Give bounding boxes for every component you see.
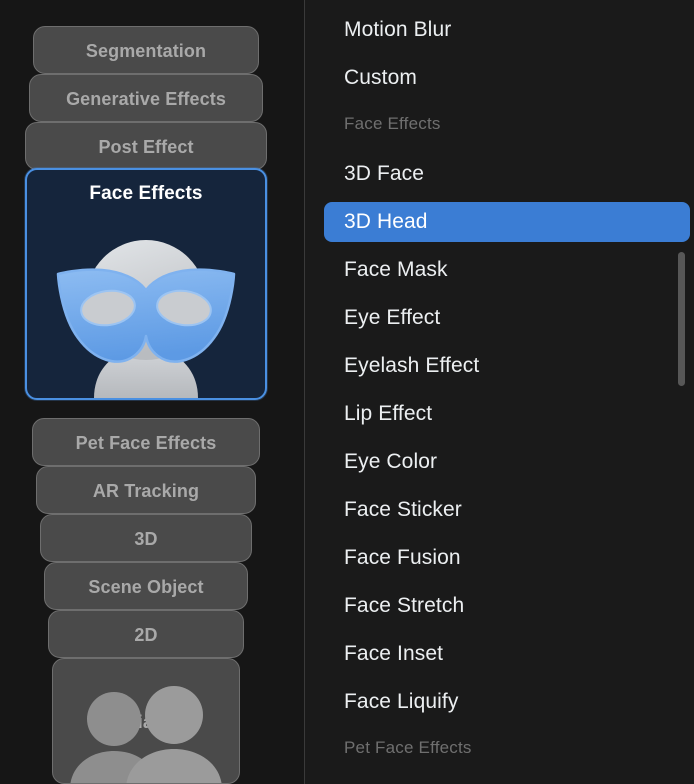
sidebar-card-2d[interactable]: 2D (48, 610, 244, 658)
list-item-label: Motion Blur (344, 18, 452, 41)
list-item-label: Eye Effect (344, 306, 441, 329)
list-item-face-fusion[interactable]: Face Fusion (324, 538, 690, 578)
two-people-icon-wrap (53, 673, 239, 783)
list-item-label: 3D Face (344, 162, 425, 185)
list-item-face-inset[interactable]: Face Inset (324, 634, 690, 674)
sidebar-card-pet-face-effects[interactable]: Pet Face Effects (32, 418, 260, 466)
list-item-label: Eyelash Effect (344, 354, 480, 377)
list-item-eye-color[interactable]: Eye Color (324, 442, 690, 482)
list-item-label: Face Sticker (344, 498, 462, 521)
list-item-custom[interactable]: Custom (324, 58, 690, 98)
list-item-face-liquify[interactable]: Face Liquify (324, 682, 690, 722)
list-item-label: Face Liquify (344, 690, 459, 713)
list-item-eye-effect[interactable]: Eye Effect (324, 298, 690, 338)
category-sidebar: Segmentation Generative Effects Post Effec… (0, 0, 304, 784)
two-people-icon (70, 686, 222, 783)
masquerade-mask-avatar-icon-wrap (27, 218, 265, 398)
list-item-label: Lip Effect (344, 402, 433, 425)
list-item-3d-head[interactable]: 3D Head (324, 202, 690, 242)
sidebar-card-label: Segmentation (85, 41, 207, 61)
sidebar-card-label: Pet Face Effects (75, 433, 217, 453)
list-item-label: 3D Head (344, 210, 428, 233)
sidebar-card-label: Scene Object (88, 577, 204, 597)
sidebar-card-3d[interactable]: 3D (40, 514, 252, 562)
sidebar-card-generative-effects[interactable]: Generative Effects (29, 74, 263, 122)
sidebar-card-label: AR Tracking (92, 481, 200, 501)
list-item-eyelash-effect[interactable]: Eyelash Effect (324, 346, 690, 386)
list-item-label: Face Fusion (344, 546, 461, 569)
list-item-3d-face[interactable]: 3D Face (324, 154, 690, 194)
effect-browser: Segmentation Generative Effects Post Effec… (0, 0, 694, 784)
sidebar-card-social-kit[interactable]: Social Kit (52, 658, 240, 784)
list-item-face-stretch[interactable]: Face Stretch (324, 586, 690, 626)
sidebar-card-label: 3D (134, 529, 158, 549)
list-item-label: Custom (344, 66, 417, 89)
effect-list-panel[interactable]: Motion Blur Custom Face Effects 3D Face 3D H… (305, 0, 694, 784)
sidebar-card-face-effects[interactable]: Face Effects (25, 168, 267, 400)
list-item-label: Face Stretch (344, 594, 465, 617)
sidebar-card-label: Generative Effects (66, 89, 226, 109)
sidebar-card-label: Post Effect (98, 137, 194, 157)
sidebar-card-segmentation[interactable]: Segmentation (33, 26, 259, 74)
masquerade-mask-avatar-icon (56, 240, 236, 398)
list-item-motion-blur[interactable]: Motion Blur (324, 10, 690, 50)
list-item-lip-effect[interactable]: Lip Effect (324, 394, 690, 434)
sidebar-card-post-effect[interactable]: Post Effect (25, 122, 267, 170)
list-item-label: Face Inset (344, 642, 444, 665)
list-group-header-pet-face-effects: Pet Face Effects (344, 736, 472, 760)
list-item-label: Eye Color (344, 450, 438, 473)
list-item-face-sticker[interactable]: Face Sticker (324, 490, 690, 530)
sidebar-card-scene-object[interactable]: Scene Object (44, 562, 248, 610)
sidebar-card-ar-tracking[interactable]: AR Tracking (36, 466, 256, 514)
list-item-label: Face Mask (344, 258, 448, 281)
list-group-header-face-effects: Face Effects (344, 112, 441, 136)
list-group-header-label: Face Effects (344, 114, 441, 133)
list-group-header-label: Pet Face Effects (344, 738, 472, 757)
list-item-face-mask[interactable]: Face Mask (324, 250, 690, 290)
sidebar-card-label: Face Effects (89, 183, 203, 204)
sidebar-card-label: 2D (134, 625, 158, 645)
